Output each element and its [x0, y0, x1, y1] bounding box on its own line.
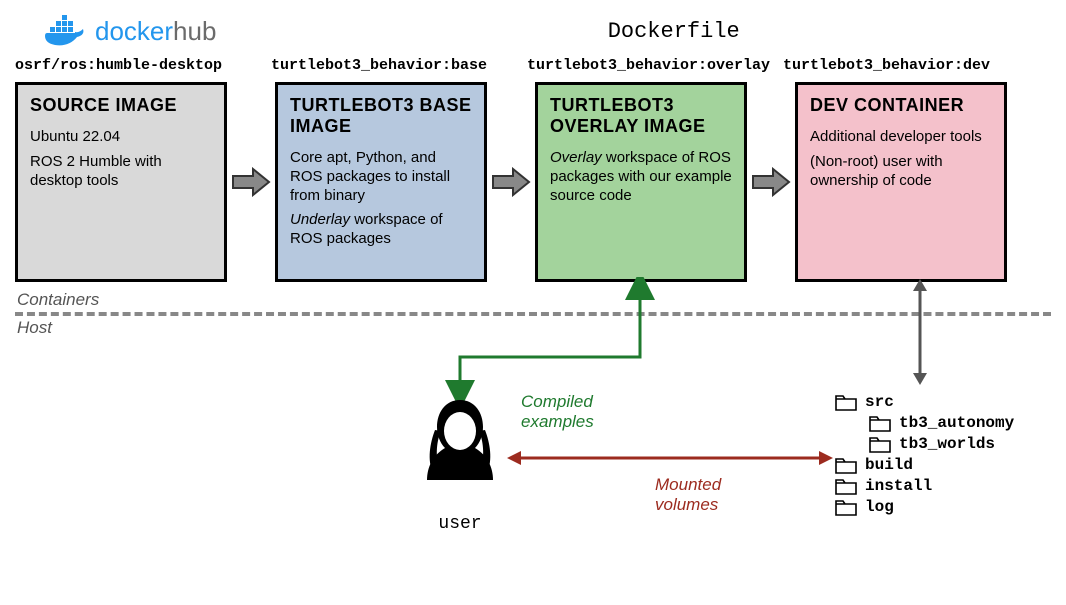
dockerfile-title: Dockerfile: [296, 19, 1051, 44]
box-base-image: TURTLEBOT3 BASE IMAGE Core apt, Python, …: [275, 82, 487, 282]
folder-icon: [869, 415, 891, 432]
folder-src: src: [835, 393, 1014, 411]
box-title: TURTLEBOT3 OVERLAY IMAGE: [550, 95, 732, 137]
folder-install: install: [835, 477, 1014, 495]
box-text: Ubuntu 22.04: [30, 128, 212, 147]
box-title: TURTLEBOT3 BASE IMAGE: [290, 95, 472, 137]
box-title: DEV CONTAINER: [810, 95, 992, 116]
user-label: user: [415, 514, 505, 534]
compiled-examples-label: Compiled examples: [521, 392, 611, 433]
arrow-1: [227, 82, 275, 282]
box-dev-container: DEV CONTAINER Additional developer tools…: [795, 82, 1007, 282]
folder-tb3-worlds: tb3_worlds: [869, 435, 1014, 453]
tag-dev: turtlebot3_behavior:dev: [783, 57, 1043, 74]
docker-text: dockerhub: [95, 16, 216, 47]
mounted-volumes-label: Mounted volumes: [655, 475, 735, 516]
arrow-2: [487, 82, 535, 282]
arrow-mounted-volumes: [505, 448, 835, 468]
box-source-image: SOURCE IMAGE Ubuntu 22.04 ROS 2 Humble w…: [15, 82, 227, 282]
arrow-right-icon: [229, 167, 273, 197]
docker-whale-icon: [45, 15, 89, 47]
arrow-right-icon: [489, 167, 533, 197]
folder-icon: [869, 436, 891, 453]
arrow-right-icon: [749, 167, 793, 197]
folder-log: log: [835, 498, 1014, 516]
user-icon: [415, 395, 505, 505]
tag-overlay: turtlebot3_behavior:overlay: [527, 57, 787, 74]
folder-icon: [835, 478, 857, 495]
box-overlay-image: TURTLEBOT3 OVERLAY IMAGE Overlay workspa…: [535, 82, 747, 282]
folder-build: build: [835, 456, 1014, 474]
file-tree: src tb3_autonomy tb3_worlds build instal…: [835, 390, 1014, 519]
folder-icon: [835, 394, 857, 411]
box-text: Overlay workspace of ROS packages with o…: [550, 149, 732, 205]
box-text: ROS 2 Humble with desktop tools: [30, 153, 212, 191]
box-text: (Non-root) user with ownership of code: [810, 153, 992, 191]
dockerhub-logo: dockerhub: [45, 15, 216, 47]
box-title: SOURCE IMAGE: [30, 95, 212, 116]
box-text: Underlay workspace of ROS packages: [290, 211, 472, 249]
tag-source: osrf/ros:humble-desktop: [15, 57, 275, 74]
folder-icon: [835, 457, 857, 474]
folder-icon: [835, 499, 857, 516]
folder-tb3-autonomy: tb3_autonomy: [869, 414, 1014, 432]
tag-base: turtlebot3_behavior:base: [271, 57, 531, 74]
box-text: Additional developer tools: [810, 128, 992, 147]
arrow-dev-host: [905, 277, 935, 387]
box-text: Core apt, Python, and ROS packages to in…: [290, 149, 472, 205]
arrow-3: [747, 82, 795, 282]
arrow-compiled-examples: [445, 277, 655, 407]
